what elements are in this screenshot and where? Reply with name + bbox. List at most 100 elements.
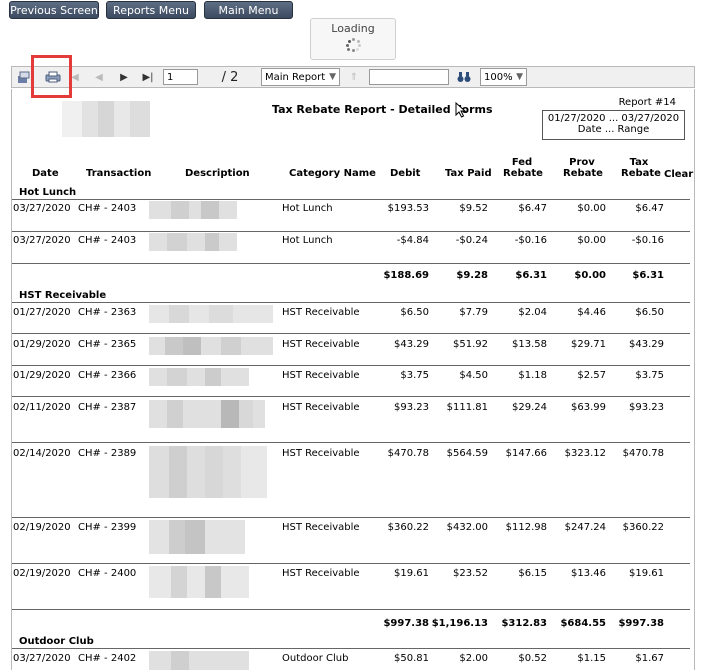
search-input[interactable] [369,69,449,85]
loading-label: Loading [331,22,375,35]
row-category: HST Receivable [282,307,360,318]
row-fed-rebate: $13.58 [512,339,547,350]
last-page-icon[interactable]: ▶| [142,70,154,84]
page-count-label: / 2 [221,69,239,85]
row-debit: $6.50 [400,307,429,318]
reports-menu-button[interactable]: Reports Menu [106,1,196,19]
report-page: Tax Rebate Report - Detailed Forms Repor… [11,89,695,670]
row-prov-rebate: $63.99 [571,402,606,413]
row-fed-rebate: $1.18 [518,370,547,381]
row-tax-rebate: $6.47 [635,203,664,214]
find-binoculars-icon[interactable] [457,70,471,84]
page-number-input[interactable]: 1 [163,69,198,85]
parent-report-icon[interactable]: ⇑ [348,70,360,84]
report-number: Report #14 [618,97,676,108]
row-transaction: CH# - 2389 [78,448,137,459]
row-tax-paid: $4.50 [459,370,488,381]
row-transaction: CH# - 2366 [78,370,137,381]
row-prov-rebate: $0.00 [577,235,606,246]
row-debit: $43.29 [394,339,429,350]
row-debit: $3.75 [400,370,429,381]
row-category: Hot Lunch [282,235,333,246]
row-date: 01/29/2020 [13,370,71,381]
previous-page-icon[interactable]: ◀ [94,70,104,84]
next-page-icon[interactable]: ▶ [119,70,129,84]
row-debit: -$4.84 [396,235,429,246]
redacted-description [149,651,249,670]
row-fed-rebate: $2.04 [518,307,547,318]
row-debit: $19.61 [394,568,429,579]
row-tax-rebate: $6.50 [635,307,664,318]
row-transaction: CH# - 2365 [78,339,137,350]
row-category: Outdoor Club [282,653,349,664]
row-tax-rebate: $93.23 [629,402,664,413]
group-header-hot-lunch: Hot Lunch [19,187,77,198]
redacted-description [149,305,273,323]
row-tax-paid: $7.79 [459,307,488,318]
row-fed-rebate: $112.98 [505,522,547,533]
row-transaction: CH# - 2363 [78,307,137,318]
row-category: HST Receivable [282,402,360,413]
col-header-debit: Debit [390,168,421,179]
total-tax-rebate: $997.38 [618,618,664,629]
report-select[interactable]: Main Report ▼ [261,68,340,86]
col-header-prov-rebate: Prov Rebate [563,157,603,179]
row-prov-rebate: $13.46 [571,568,606,579]
row-date: 02/11/2020 [13,402,71,413]
chevron-down-icon: ▼ [516,72,523,82]
total-debit: $188.69 [383,270,429,281]
row-tax-rebate: $19.61 [629,568,664,579]
row-date: 02/14/2020 [13,448,71,459]
previous-screen-button[interactable]: Previous Screen [9,1,99,19]
spinner-icon [346,38,361,52]
total-tax-paid: $1,196.13 [431,618,488,629]
row-fed-rebate: $6.15 [518,568,547,579]
row-transaction: CH# - 2400 [78,568,137,579]
col-header-tax-paid: Tax Paid [445,168,492,179]
row-transaction: CH# - 2387 [78,402,137,413]
group-header-outdoor-club: Outdoor Club [19,636,94,647]
row-category: HST Receivable [282,522,360,533]
row-tax-paid: $564.59 [446,448,488,459]
redacted-description [149,233,237,251]
main-menu-button[interactable]: Main Menu [204,1,293,19]
row-tax-paid: $2.00 [459,653,488,664]
col-header-fed-rebate: Fed Rebate [503,157,543,179]
row-transaction: CH# - 2403 [78,203,137,214]
redacted-description [149,337,273,355]
row-fed-rebate: $6.47 [518,203,547,214]
row-debit: $93.23 [394,402,429,413]
redacted-description [149,520,245,554]
row-tax-rebate: $1.67 [635,653,664,664]
row-debit: $360.22 [387,522,429,533]
row-date: 03/27/2020 [13,653,71,664]
row-tax-rebate: $470.78 [622,448,664,459]
row-category: HST Receivable [282,370,360,381]
row-date: 02/19/2020 [13,522,71,533]
redacted-description [149,201,237,219]
row-transaction: CH# - 2402 [78,653,137,664]
date-range-label: Date ... Range [577,124,650,135]
total-prov-rebate: $684.55 [560,618,606,629]
report-toolbar: ◀ ◀ ▶ ▶| 1 / 2 Main Report ▼ ⇑ 100% ▼ [11,66,695,88]
report-select-value: Main Report [265,71,326,83]
row-tax-rebate: $360.22 [622,522,664,533]
row-tax-paid: $111.81 [446,402,488,413]
row-tax-rebate: $3.75 [635,370,664,381]
total-tax-paid: $9.28 [456,270,488,281]
col-header-category: Category Name [289,168,376,179]
zoom-select[interactable]: 100% ▼ [480,68,527,86]
redacted-description [149,566,249,598]
row-tax-rebate: $43.29 [629,339,664,350]
date-range-box: 01/27/2020 ... 03/27/2020 Date ... Range [542,110,685,140]
date-range-values: 01/27/2020 ... 03/27/2020 [547,113,680,124]
school-logo [62,101,150,137]
redacted-description [149,400,265,428]
col-header-description: Description [185,168,250,179]
export-icon[interactable] [16,70,32,84]
mouse-pointer-icon [455,102,467,118]
row-fed-rebate: $0.52 [518,653,547,664]
row-category: Hot Lunch [282,203,333,214]
row-fed-rebate: $29.24 [512,402,547,413]
total-fed-rebate: $6.31 [515,270,547,281]
